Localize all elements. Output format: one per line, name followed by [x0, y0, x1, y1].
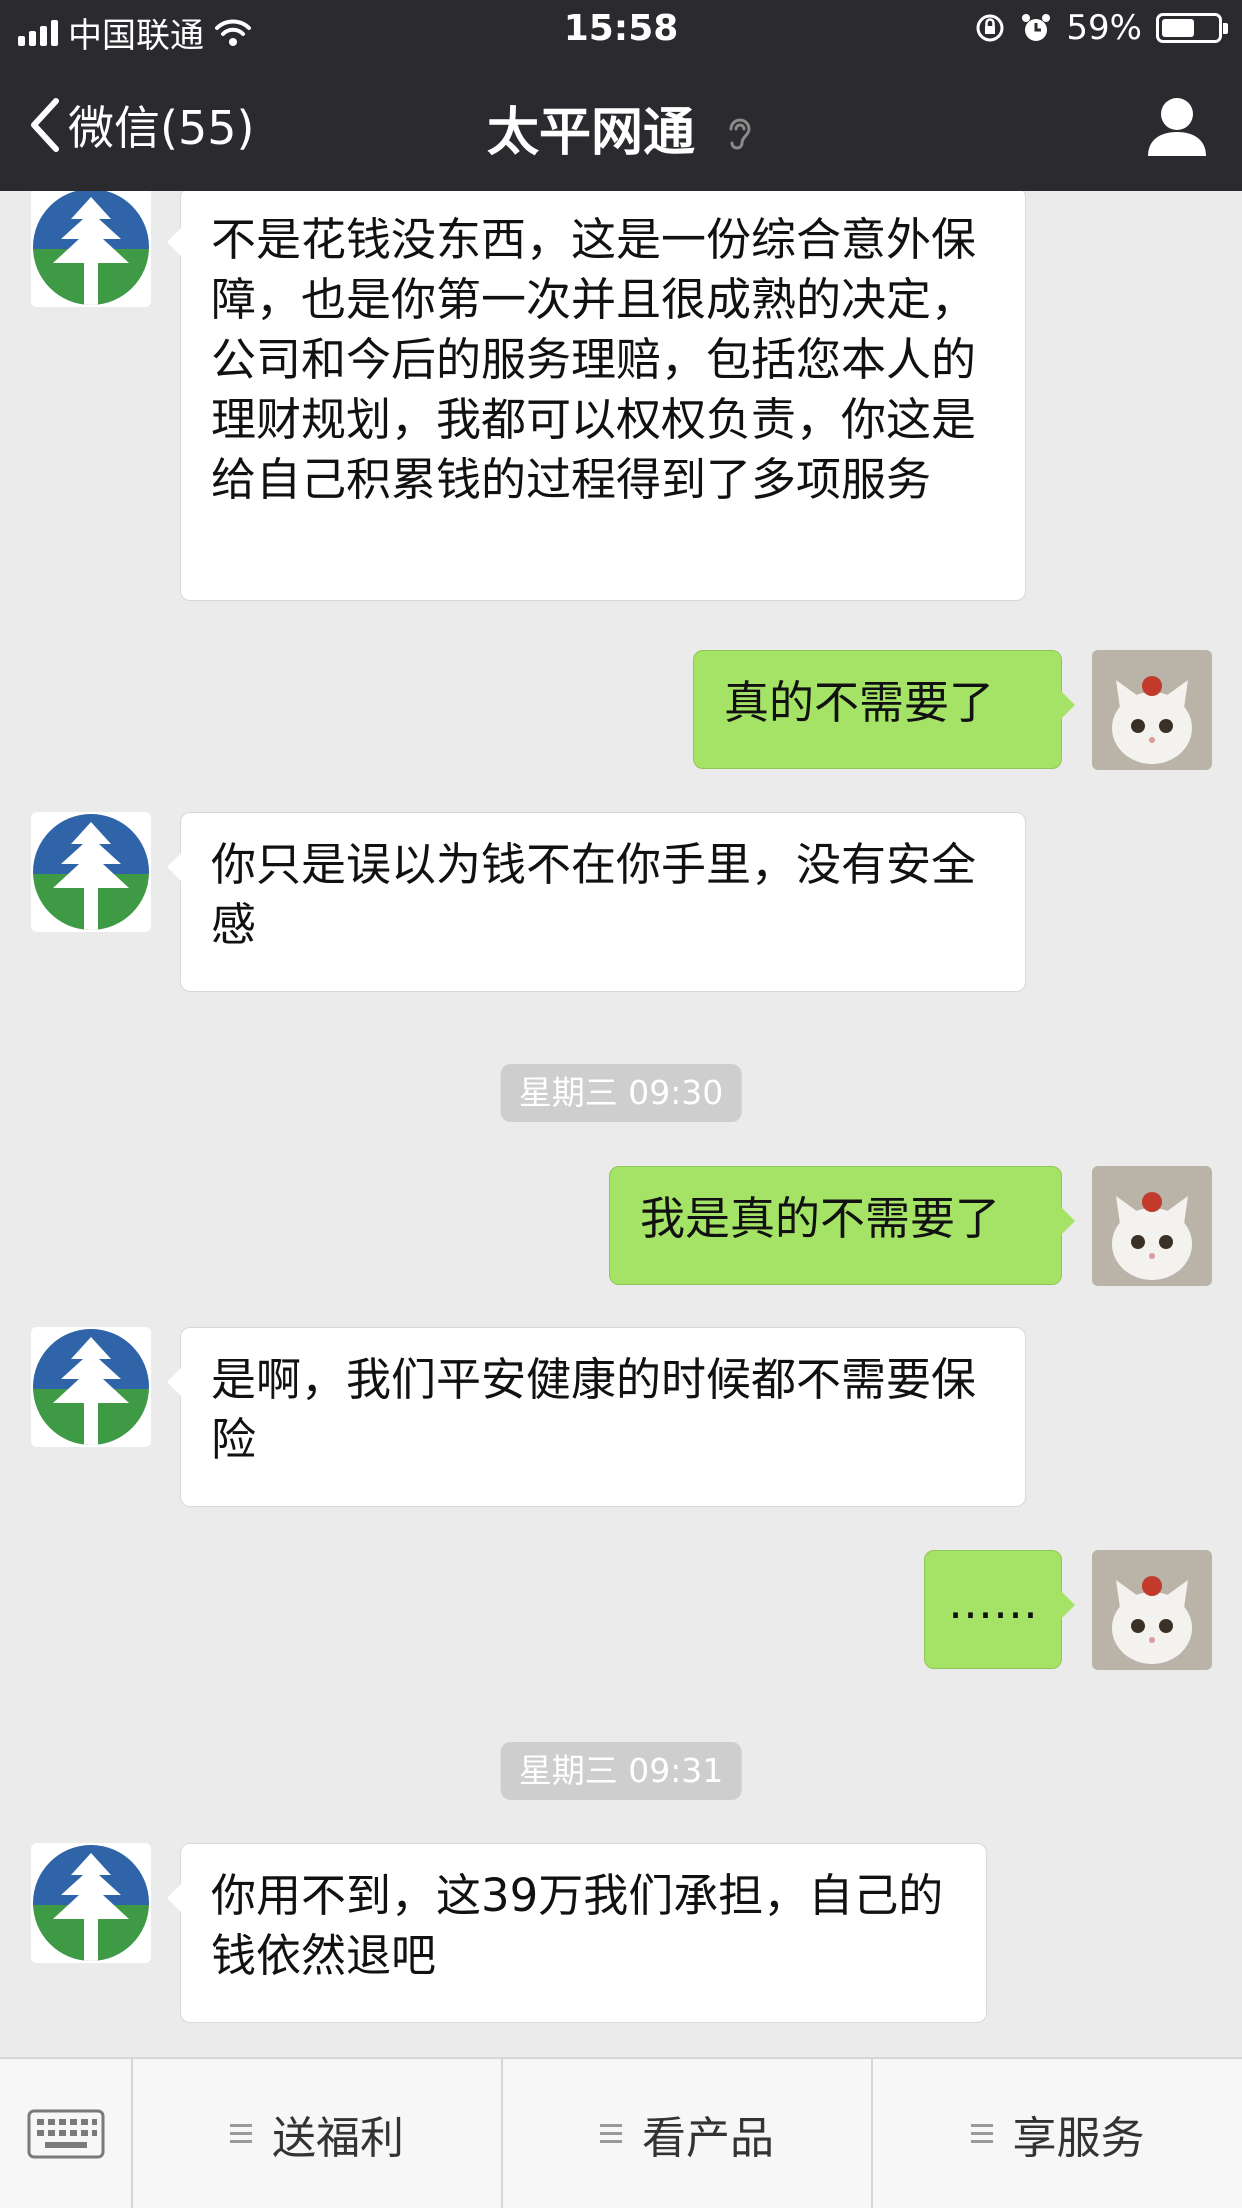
menu-icon	[970, 2119, 993, 2148]
sender-avatar[interactable]	[31, 191, 151, 307]
timestamp-divider: 星期三 09:30	[500, 1064, 742, 1122]
incoming-message[interactable]: 你只是误以为钱不在你手里，没有安全感	[167, 812, 1026, 992]
status-right: 59%	[974, 8, 1228, 48]
timestamp-divider: 星期三 09:31	[500, 1742, 742, 1800]
tree-logo-icon	[33, 191, 149, 305]
cat-avatar-icon	[1092, 1166, 1212, 1286]
menu-item-label: 送福利	[272, 2112, 404, 2164]
rotation-lock-icon	[976, 14, 1004, 42]
incoming-message[interactable]: 是啊，我们平安健康的时候都不需要保险	[167, 1327, 1026, 1507]
status-bar: 中国联通 15:58 59%	[0, 0, 1242, 60]
chat-title: 太平网通	[486, 103, 695, 163]
chat-info-button[interactable]	[1142, 92, 1212, 162]
nav-bar: 微信(55) 太平网通	[0, 80, 1242, 170]
message-text: 是啊，我们平安健康的时候都不需要保险	[211, 1353, 977, 1466]
earpiece-mode-icon	[729, 118, 751, 150]
menu-item-welfare[interactable]: 送福利	[133, 2059, 503, 2208]
sender-avatar[interactable]	[31, 1327, 151, 1447]
outgoing-message[interactable]: 真的不需要了	[693, 650, 1075, 769]
cat-avatar-icon	[1092, 1550, 1212, 1670]
top-bar: 中国联通 15:58 59% 微信(55) 太平网通	[0, 0, 1242, 191]
menu-item-label: 享服务	[1012, 2112, 1145, 2164]
message-text: 不是花钱没东西，这是一份综合意外保障，也是你第一次并且很成熟的决定，公司和今后的…	[211, 213, 977, 506]
chat-area[interactable]: 不是花钱没东西，这是一份综合意外保障，也是你第一次并且很成熟的决定，公司和今后的…	[0, 191, 1242, 2057]
person-icon	[1148, 98, 1206, 156]
tree-logo-icon	[33, 1845, 149, 1961]
my-avatar[interactable]	[1092, 1166, 1212, 1286]
chat-title-wrap: 太平网通	[0, 90, 1242, 165]
tree-logo-icon	[33, 1329, 149, 1445]
message-text: 我是真的不需要了	[640, 1192, 1001, 1245]
bottom-menu-bar: 送福利 看产品 享服务	[0, 2057, 1242, 2208]
sender-avatar[interactable]	[31, 1843, 151, 1963]
alarm-icon	[1022, 14, 1051, 41]
incoming-message[interactable]: 不是花钱没东西，这是一份综合意外保障，也是你第一次并且很成熟的决定，公司和今后的…	[167, 191, 1026, 601]
menu-item-products[interactable]: 看产品	[503, 2059, 873, 2208]
menu-icon	[600, 2119, 622, 2148]
message-text: 你用不到，这39万我们承担，自己的钱依然退吧	[211, 1869, 944, 1982]
outgoing-message[interactable]: ……	[924, 1550, 1075, 1669]
message-text: 你只是误以为钱不在你手里，没有安全感	[211, 838, 977, 951]
incoming-message[interactable]: 你用不到，这39万我们承担，自己的钱依然退吧	[167, 1843, 987, 2023]
tree-logo-icon	[33, 814, 149, 930]
keyboard-toggle-button[interactable]	[0, 2059, 133, 2208]
menu-icon	[230, 2119, 252, 2148]
message-text: 真的不需要了	[724, 676, 995, 729]
message-text: ……	[948, 1576, 1038, 1629]
my-avatar[interactable]	[1092, 1550, 1212, 1670]
battery-icon	[1156, 13, 1228, 43]
my-avatar[interactable]	[1092, 650, 1212, 770]
battery-percent: 59%	[1066, 8, 1142, 48]
keyboard-icon	[27, 2109, 104, 2158]
menu-item-services[interactable]: 享服务	[873, 2059, 1242, 2208]
sender-avatar[interactable]	[31, 812, 151, 932]
menu-item-label: 看产品	[642, 2112, 774, 2164]
outgoing-message[interactable]: 我是真的不需要了	[609, 1166, 1075, 1285]
cat-avatar-icon	[1092, 650, 1212, 770]
